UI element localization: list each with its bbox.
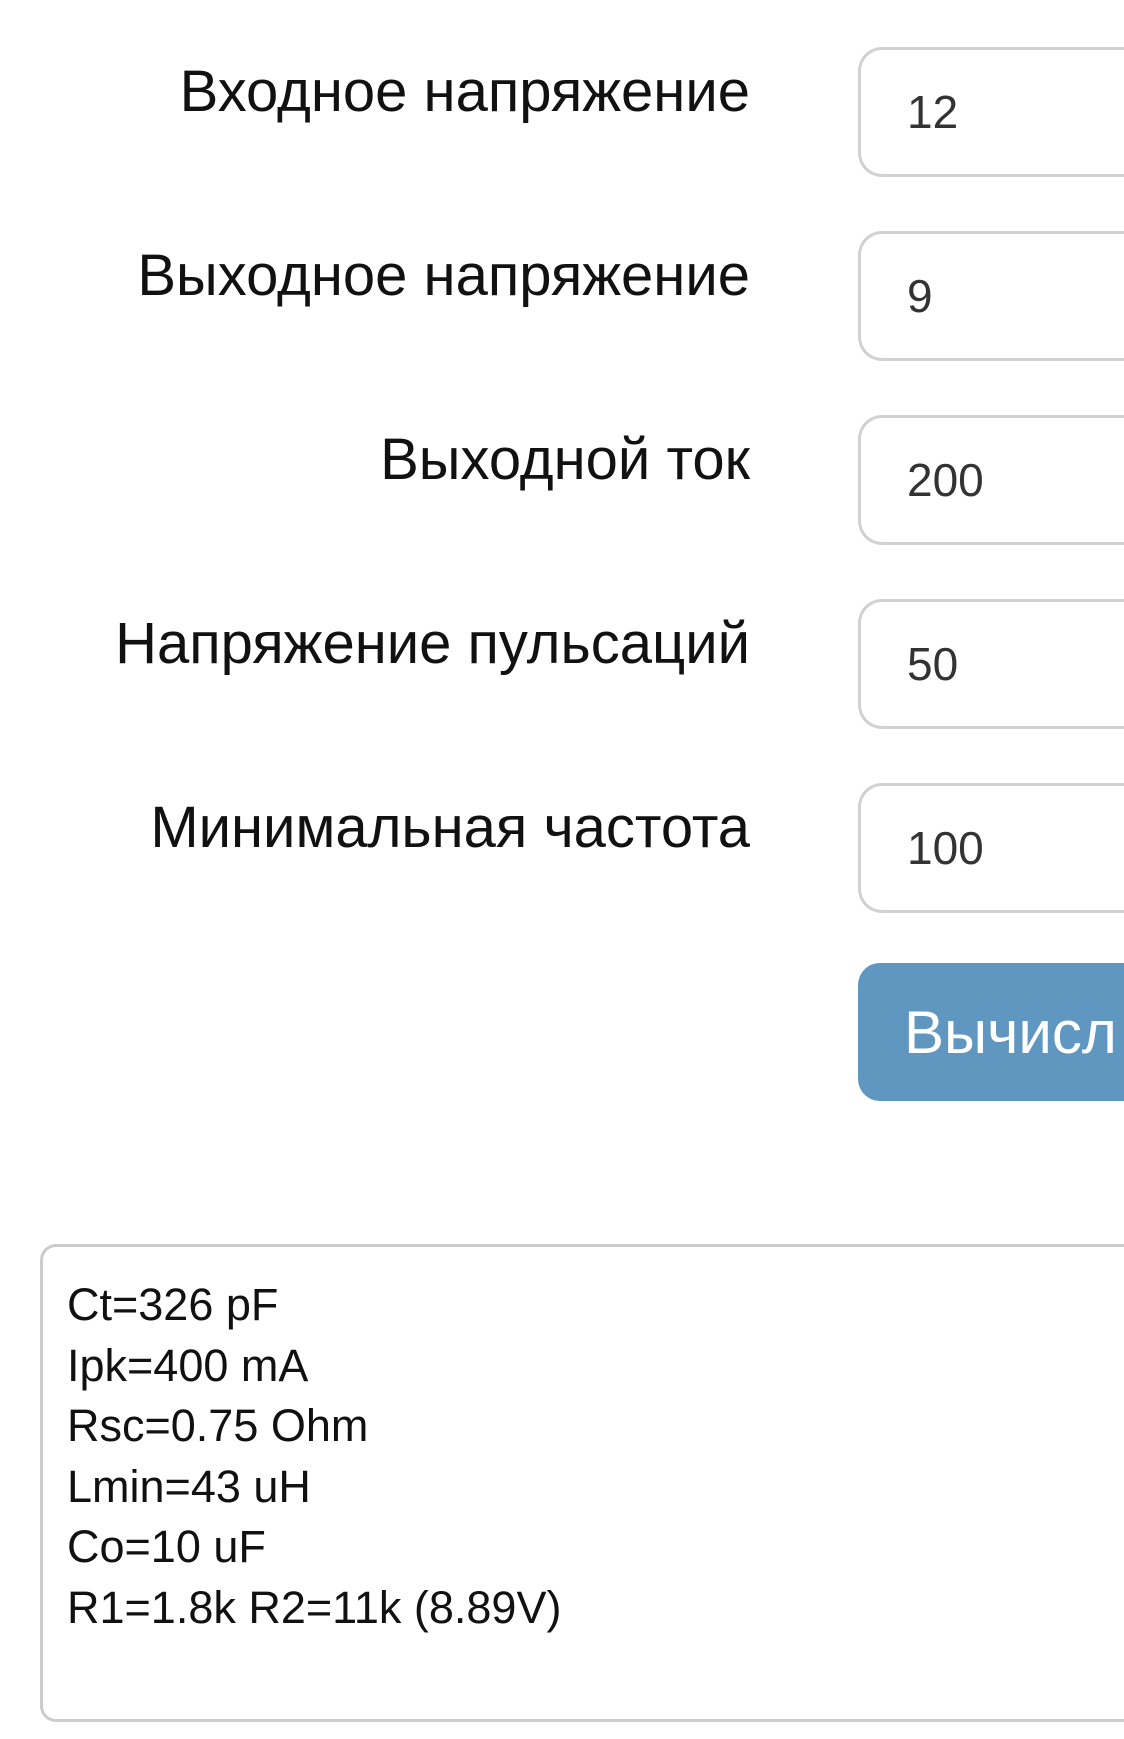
output-voltage-row: Выходное напряжение <box>0 231 1124 371</box>
input-voltage-label: Входное напряжение <box>179 59 750 124</box>
calculate-button[interactable]: Вычисл <box>858 963 1124 1101</box>
result-output[interactable]: Ct=326 pF Ipk=400 mA Rsc=0.75 Ohm Lmin=4… <box>40 1244 1124 1722</box>
result-line-ct: Ct=326 pF <box>67 1279 279 1330</box>
result-line-resistors: R1=1.8k R2=11k (8.89V) <box>67 1581 562 1633</box>
output-voltage-label: Выходное напряжение <box>137 243 750 308</box>
result-line-lmin: Lmin=43 uH <box>67 1460 311 1512</box>
result-line-rsc: Rsc=0.75 Ohm <box>67 1400 369 1451</box>
ripple-voltage-field[interactable] <box>858 599 1124 729</box>
min-frequency-row: Минимальная частота <box>0 783 1124 923</box>
result-line-ipk: Ipk=400 mA <box>67 1339 309 1391</box>
output-current-label: Выходной ток <box>380 427 750 492</box>
ripple-voltage-label: Напряжение пульсаций <box>115 611 750 676</box>
ripple-voltage-row: Напряжение пульсаций <box>0 599 1124 739</box>
input-voltage-row: Входное напряжение <box>0 47 1124 187</box>
min-frequency-field[interactable] <box>858 783 1124 913</box>
min-frequency-label: Минимальная частота <box>150 795 750 860</box>
result-line-co: Co=10 uF <box>67 1521 266 1572</box>
input-voltage-field[interactable] <box>858 47 1124 177</box>
output-current-row: Выходной ток <box>0 415 1124 555</box>
output-current-field[interactable] <box>858 415 1124 545</box>
output-voltage-field[interactable] <box>858 231 1124 361</box>
